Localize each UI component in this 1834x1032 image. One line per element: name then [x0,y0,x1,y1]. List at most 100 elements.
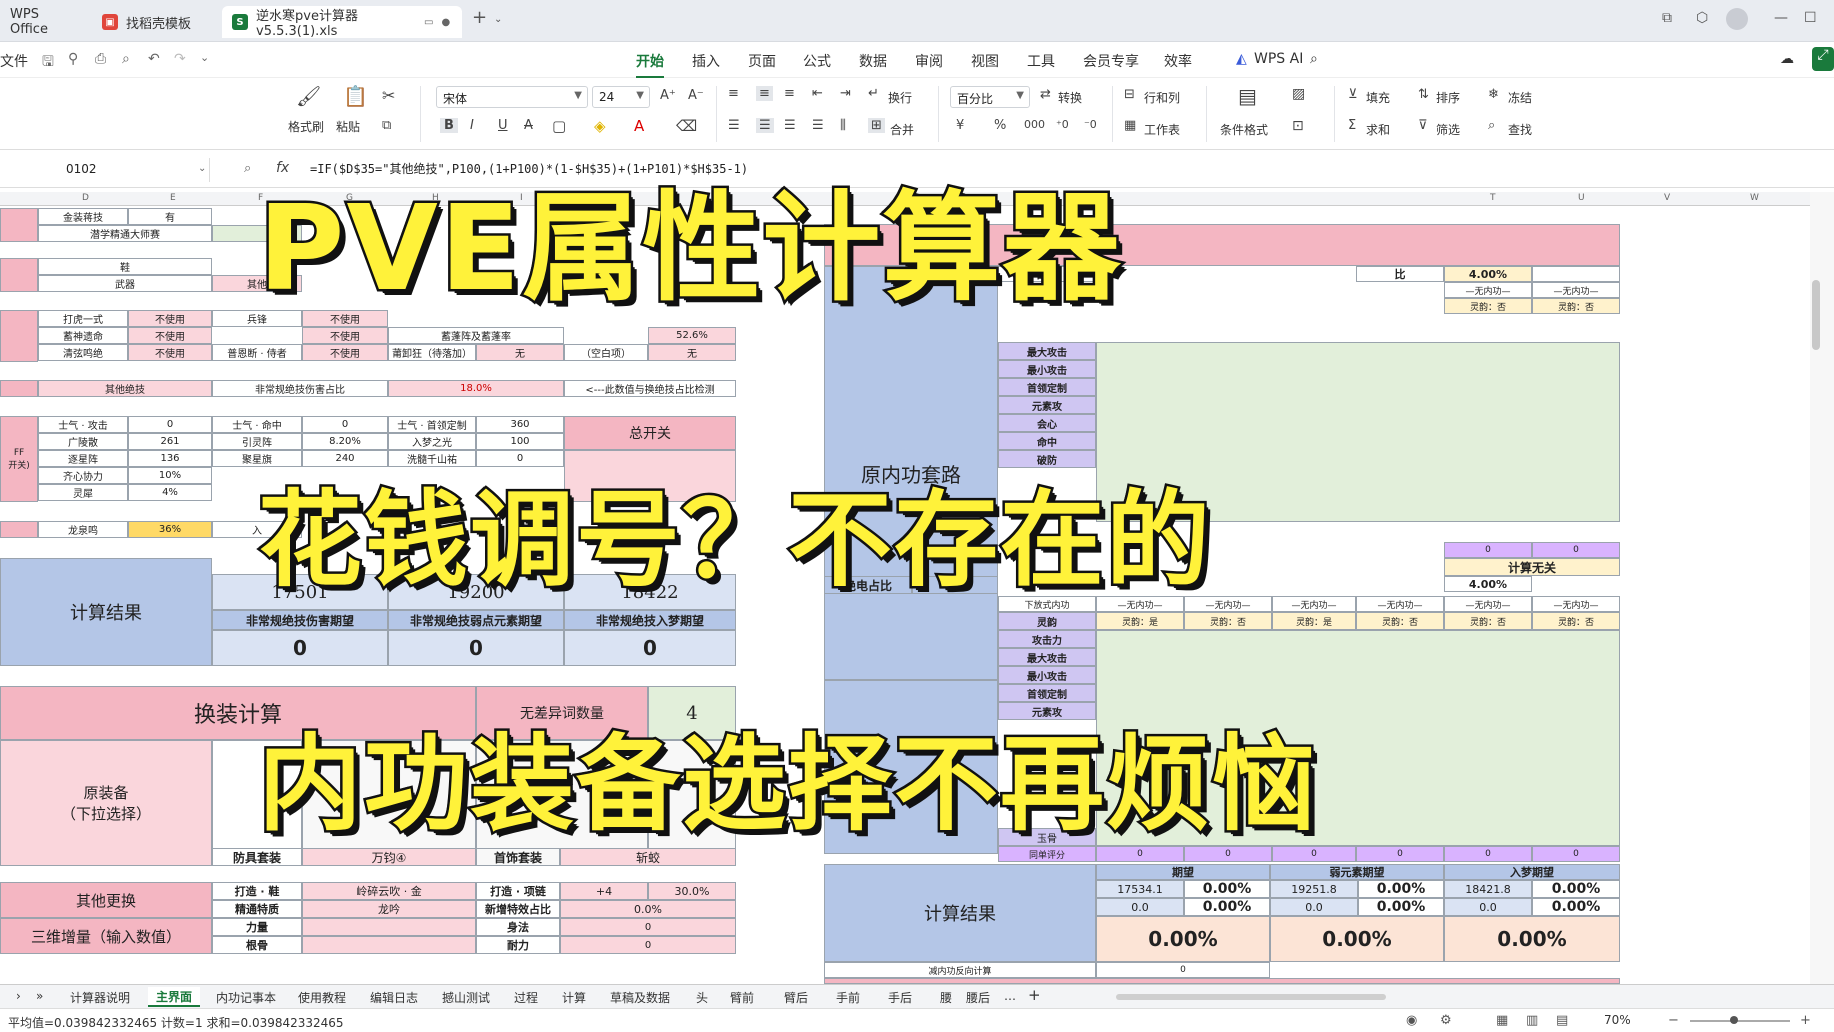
menu-view[interactable]: 视图 [971,51,999,71]
cell[interactable]: 蓄神遗命 [38,327,128,344]
tab-template[interactable]: ▣ 找稻壳模板 [92,6,217,38]
cell[interactable]: 4.00% [1444,576,1532,592]
cell[interactable]: 莆卸狂（待落加） [388,344,476,361]
cell[interactable]: —无内功— [1356,596,1444,612]
cell[interactable]: 136 [128,450,212,467]
menu-page[interactable]: 页面 [748,51,776,71]
cell[interactable]: 0 [128,416,212,433]
cell[interactable]: 0 [1532,846,1620,862]
cell[interactable]: 不使用 [302,344,388,361]
tab-close-dot-icon[interactable]: ● [441,17,450,28]
cell[interactable]: —无内功— [1444,596,1532,612]
cell[interactable]: 36% [128,521,212,538]
cell[interactable] [0,310,38,362]
sheet-last-icon[interactable]: » [36,989,43,1003]
scrollbar-thumb[interactable] [1812,280,1820,350]
increase-font-icon[interactable]: A⁺ [660,88,676,103]
align-right-icon[interactable]: ☰ [784,118,796,133]
wrap-button[interactable]: 换行 [888,89,912,106]
sheet-tab[interactable]: 计算 [562,989,586,1006]
cell[interactable]: 0.0 [1270,898,1358,916]
menu-data[interactable]: 数据 [859,51,887,71]
menu-insert[interactable]: 插入 [692,51,720,71]
cell[interactable]: 0.00% [1532,898,1620,916]
cell[interactable]: 360 [476,416,564,433]
cell[interactable]: 灵韵：否 [1532,612,1620,630]
cell[interactable]: 灵韵：是 [1096,612,1184,630]
cell[interactable]: 10% [128,467,212,484]
cell[interactable]: 灵犀 [38,484,128,501]
cell[interactable]: 4% [128,484,212,501]
convert-button[interactable]: 转换 [1058,89,1082,106]
cell[interactable]: 52.6% [648,327,736,344]
cell[interactable]: 18421.8 [1444,880,1532,898]
settings-icon[interactable]: ⚙ [1440,1013,1452,1028]
cell[interactable]: 鞋 [38,258,212,275]
cell[interactable]: 金装蒋技 [38,208,128,225]
undo-icon[interactable]: ↶ [148,51,160,67]
sheet-prev-icon[interactable]: › [16,989,21,1003]
cell[interactable] [302,918,476,936]
sum-button[interactable]: 求和 [1366,121,1390,138]
zoom-in-icon[interactable]: + [1800,1013,1811,1028]
page-layout-icon[interactable]: ▥ [1526,1013,1538,1028]
zoom-icon[interactable]: ⌕ [244,161,251,176]
page-break-icon[interactable]: ▤ [1556,1013,1568,1028]
fill-color-icon[interactable]: ◈ [594,117,606,135]
cell[interactable]: 齐心协力 [38,467,128,484]
print-icon[interactable]: ⎙ [95,51,106,67]
menu-home[interactable]: 开始 [636,51,664,78]
eraser-icon[interactable]: ⌫ [676,117,697,135]
save-icon[interactable]: 🖫 [42,51,54,75]
expand-panel-icon[interactable]: ⤢ [1812,47,1834,71]
sheet-tab[interactable]: 臂前 [730,989,754,1006]
sheet-tab[interactable]: 使用教程 [298,989,346,1006]
cell[interactable]: 0 [1096,962,1270,978]
copy-icon[interactable]: ⧉ [382,118,391,133]
cell[interactable]: 261 [128,433,212,450]
column-header-cell[interactable]: W [1750,193,1759,203]
cell[interactable]: 聚星旗 [212,450,302,467]
font-color-icon[interactable]: A [634,117,644,135]
cell[interactable] [0,258,38,292]
cell[interactable]: 龙泉鸣 [38,521,128,538]
cell[interactable]: 0.00% [1358,880,1444,898]
cube-icon[interactable]: ⬡ [1696,10,1708,26]
cell[interactable]: —无内功— [1272,596,1356,612]
cell[interactable]: 有 [128,208,212,225]
sheet-tab[interactable]: 手后 [888,989,912,1006]
thousands-icon[interactable]: 000 [1024,118,1045,131]
cell[interactable]: 30.0% [648,882,736,900]
cell[interactable]: 0 [1184,846,1272,862]
sheet-tab[interactable]: 手前 [836,989,860,1006]
cell[interactable]: 0 [1444,542,1532,558]
merge-icon[interactable]: ⊞ [868,118,885,133]
fx-icon[interactable]: fx [276,160,289,176]
cell[interactable]: 入梦之光 [388,433,476,450]
original-gear-select[interactable]: 原装备 （下拉选择） [0,740,212,866]
italic-icon[interactable]: I [470,118,474,133]
cell[interactable]: 逐星阵 [38,450,128,467]
minimize-icon[interactable]: — [1774,10,1788,26]
zoom-slider[interactable] [1690,1020,1790,1022]
percent-icon[interactable]: % [994,118,1006,133]
filter-button[interactable]: 筛选 [1436,121,1460,138]
cell[interactable]: 0 [1532,542,1620,558]
cell[interactable]: 0 [564,630,736,666]
chevron-down-icon[interactable]: ⌄ [198,163,206,174]
link-icon[interactable]: ⚲ [68,51,78,67]
sheet-tab[interactable]: 过程 [514,989,538,1006]
cell[interactable]: 0.00% [1184,898,1270,916]
style-icon[interactable]: ▨ [1292,86,1305,102]
cell[interactable]: 0 [560,936,736,954]
distributed-icon[interactable]: ⫼ [840,118,846,133]
menu-member[interactable]: 会员专享 [1083,51,1139,71]
decrease-font-icon[interactable]: A⁻ [688,88,704,103]
cell[interactable]: 灵韵：否 [1184,612,1272,630]
cell[interactable]: 岭碎云吹 · 金 [302,882,476,900]
cell[interactable]: 0.00% [1532,880,1620,898]
redo-icon[interactable]: ↷ [174,51,186,67]
currency-icon[interactable]: ¥ [956,118,964,133]
find-button[interactable]: 查找 [1508,121,1532,138]
cell[interactable]: 广陵散 [38,433,128,450]
